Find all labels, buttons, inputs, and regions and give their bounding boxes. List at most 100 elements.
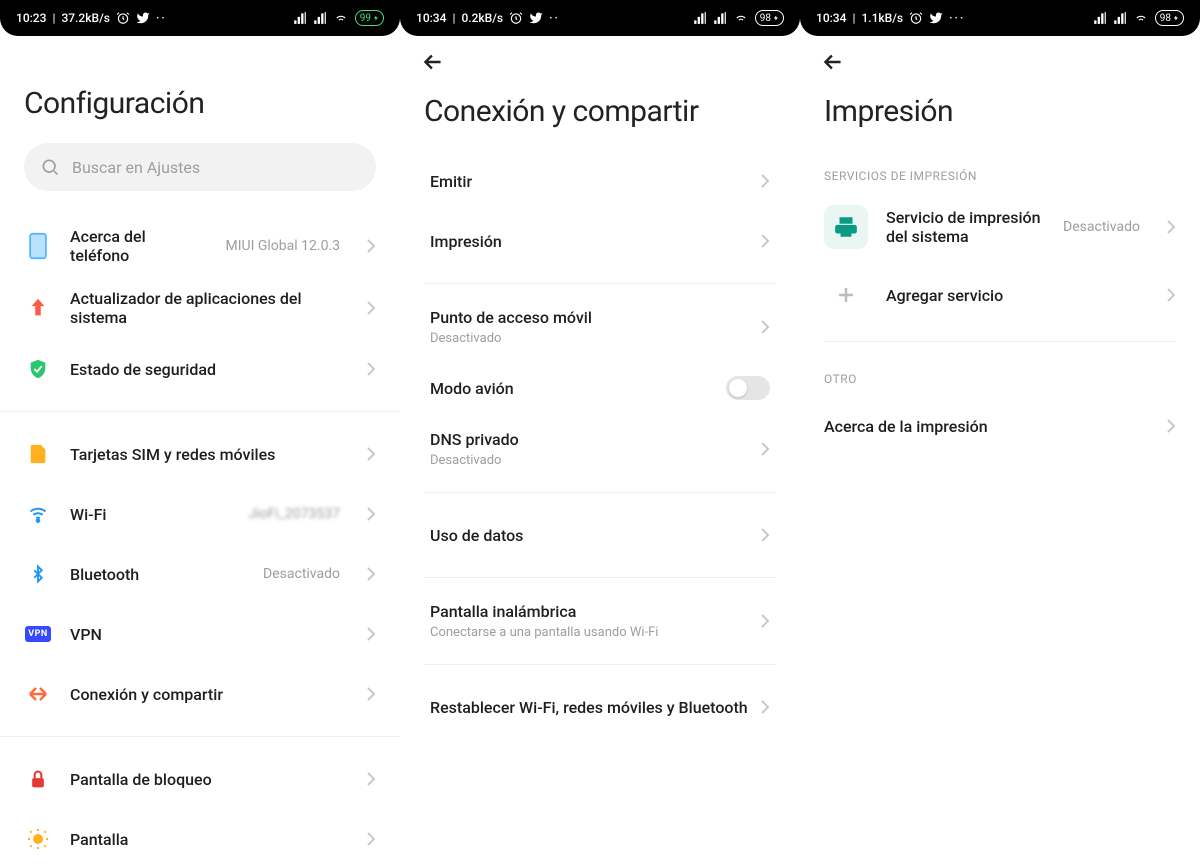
- row-label: Emitir: [430, 172, 760, 191]
- row-label: Estado de seguridad: [70, 360, 348, 379]
- status-time: 10:34: [816, 11, 846, 25]
- row-label: Modo avión: [430, 379, 726, 398]
- row-label: Servicio de impresión del sistema: [886, 208, 1045, 246]
- printing-screen: 10:34 | 1.1kB/s ··· 98 Impresión SERVICI…: [800, 0, 1200, 865]
- twitter-icon: [529, 11, 543, 25]
- row-label: Restablecer Wi-Fi, redes móviles y Bluet…: [430, 698, 760, 717]
- security-status-row[interactable]: Estado de seguridad: [24, 339, 376, 399]
- status-speed: 0.2kB/s: [461, 11, 503, 25]
- row-label: Conexión y compartir: [70, 685, 348, 704]
- row-label: Tarjetas SIM y redes móviles: [70, 445, 348, 464]
- about-phone-row[interactable]: Acerca del teléfono MIUI Global 12.0.3: [24, 215, 376, 277]
- row-value: Desactivado: [263, 566, 340, 582]
- row-sub: Desactivado: [430, 331, 760, 346]
- sim-icon: [24, 440, 52, 468]
- twitter-icon: [136, 11, 150, 25]
- sim-cards-row[interactable]: Tarjetas SIM y redes móviles: [24, 424, 376, 484]
- wifi-status-icon: [333, 11, 349, 25]
- row-label: Bluetooth: [70, 565, 245, 584]
- row-label: Pantalla: [70, 830, 348, 849]
- separator: [424, 664, 776, 665]
- separator: [424, 283, 776, 284]
- separator: [424, 577, 776, 578]
- lock-screen-row[interactable]: Pantalla de bloqueo: [24, 749, 376, 809]
- chevron-right-icon: [366, 238, 376, 254]
- more-dots: ···: [949, 11, 965, 25]
- share-icon: [24, 680, 52, 708]
- row-label: Impresión: [430, 232, 760, 251]
- status-speed: 37.2kB/s: [61, 11, 110, 25]
- chevron-right-icon: [366, 686, 376, 702]
- row-value: Desactivado: [1063, 219, 1140, 235]
- add-service-row[interactable]: Agregar servicio: [824, 261, 1176, 329]
- connection-sharing-row[interactable]: Conexión y compartir: [24, 664, 376, 724]
- chevron-right-icon: [1166, 219, 1176, 235]
- separator: [0, 411, 400, 412]
- airplane-toggle[interactable]: [726, 376, 770, 400]
- sun-icon: [24, 825, 52, 853]
- alarm-icon: [909, 11, 923, 25]
- airplane-mode-row[interactable]: Modo avión: [424, 358, 776, 418]
- chevron-right-icon: [366, 300, 376, 316]
- row-label: Uso de datos: [430, 526, 760, 545]
- settings-screen: 10:23 | 37.2kB/s ·· 99 Configuración Bus…: [0, 0, 400, 865]
- search-icon: [40, 157, 60, 177]
- nav-bar: [800, 36, 1200, 88]
- reset-network-row[interactable]: Restablecer Wi-Fi, redes móviles y Bluet…: [424, 677, 776, 737]
- signal-icon: [693, 11, 707, 25]
- wifi-status-icon: [1133, 11, 1149, 25]
- cast-row[interactable]: Emitir: [424, 151, 776, 211]
- row-label: Pantalla de bloqueo: [70, 770, 348, 789]
- battery-indicator: 99: [355, 10, 384, 26]
- separator: [824, 341, 1176, 342]
- vpn-row[interactable]: VPN VPN: [24, 604, 376, 664]
- chevron-right-icon: [366, 446, 376, 462]
- wifi-status-icon: [733, 11, 749, 25]
- alarm-icon: [116, 11, 130, 25]
- status-time: 10:34: [416, 11, 446, 25]
- bluetooth-row[interactable]: Bluetooth Desactivado: [24, 544, 376, 604]
- back-button[interactable]: [820, 49, 846, 75]
- display-row[interactable]: Pantalla: [24, 809, 376, 865]
- battery-indicator: 98: [1155, 10, 1184, 26]
- data-usage-row[interactable]: Uso de datos: [424, 505, 776, 565]
- printer-icon: [824, 205, 868, 249]
- chevron-right-icon: [366, 831, 376, 847]
- private-dns-row[interactable]: DNS privado Desactivado: [424, 418, 776, 480]
- chevron-right-icon: [760, 233, 770, 249]
- back-button[interactable]: [420, 49, 446, 75]
- chevron-right-icon: [366, 771, 376, 787]
- chevron-right-icon: [366, 506, 376, 522]
- status-bar: 10:34 | 1.1kB/s ··· 98: [800, 0, 1200, 36]
- upload-icon: [24, 294, 52, 322]
- default-print-service-row[interactable]: Servicio de impresión del sistema Desact…: [824, 193, 1176, 261]
- chevron-right-icon: [760, 613, 770, 629]
- connection-share-screen: 10:34 | 0.2kB/s ·· 98 Conexión y compart…: [400, 0, 800, 865]
- chevron-right-icon: [760, 173, 770, 189]
- row-label: DNS privado: [430, 430, 760, 449]
- printing-row[interactable]: Impresión: [424, 211, 776, 271]
- hotspot-row[interactable]: Punto de acceso móvil Desactivado: [424, 296, 776, 358]
- section-header: OTRO: [824, 354, 1176, 396]
- row-label: Pantalla inalámbrica: [430, 602, 760, 621]
- signal-icon-2: [1113, 11, 1127, 25]
- signal-icon: [1093, 11, 1107, 25]
- twitter-icon: [929, 11, 943, 25]
- chevron-right-icon: [366, 626, 376, 642]
- system-apps-updater-row[interactable]: Actualizador de aplicaciones del sistema: [24, 277, 376, 339]
- signal-icon-2: [713, 11, 727, 25]
- wireless-display-row[interactable]: Pantalla inalámbrica Conectarse a una pa…: [424, 590, 776, 652]
- wifi-row[interactable]: Wi-Fi JioFi_2073537: [24, 484, 376, 544]
- chevron-right-icon: [760, 319, 770, 335]
- row-label: Agregar servicio: [886, 286, 1148, 305]
- chevron-right-icon: [1166, 287, 1176, 303]
- chevron-right-icon: [760, 527, 770, 543]
- row-label: Acerca del teléfono: [70, 227, 207, 265]
- about-printing-row[interactable]: Acerca de la impresión: [824, 396, 1176, 456]
- search-input[interactable]: Buscar en Ajustes: [24, 143, 376, 191]
- row-label: Wi-Fi: [70, 505, 230, 524]
- bluetooth-icon: [24, 560, 52, 588]
- more-dots: ··: [549, 11, 560, 25]
- wifi-icon: [24, 500, 52, 528]
- section-header: SERVICIOS DE IMPRESIÓN: [824, 151, 1176, 193]
